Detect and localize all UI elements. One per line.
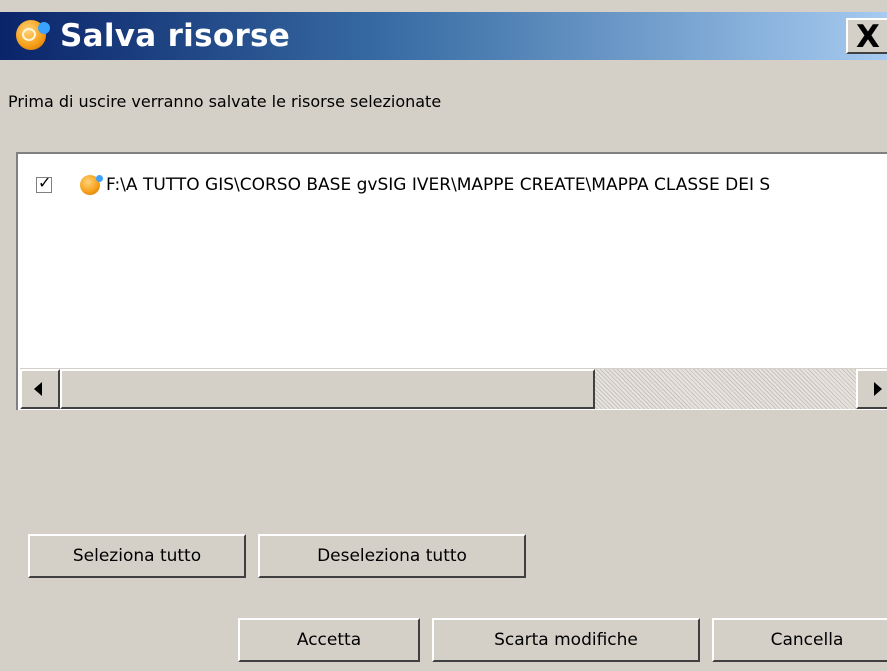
- title-bar: Salva risorse X: [0, 12, 887, 60]
- discard-changes-button[interactable]: Scarta modifiche: [432, 618, 700, 662]
- scroll-left-button[interactable]: [20, 369, 60, 409]
- arrow-left-icon: [34, 382, 42, 396]
- close-button[interactable]: X: [846, 18, 887, 55]
- horizontal-scrollbar[interactable]: [20, 368, 887, 409]
- check-icon: ✓: [38, 173, 52, 192]
- gvsig-icon: [80, 175, 103, 195]
- deselect-all-button[interactable]: Deseleziona tutto: [258, 534, 526, 578]
- resource-path: F:\A TUTTO GIS\CORSO BASE gvSIG IVER\MAP…: [106, 175, 771, 195]
- close-icon: X: [856, 19, 880, 55]
- arrow-right-icon: [874, 382, 882, 396]
- resource-checkbox[interactable]: ✓: [36, 173, 52, 193]
- accept-button[interactable]: Accetta: [238, 618, 420, 662]
- select-all-button[interactable]: Seleziona tutto: [28, 534, 246, 578]
- resources-list: ✓ F:\A TUTTO GIS\CORSO BASE gvSIG IVER\M…: [16, 152, 887, 410]
- scroll-right-button[interactable]: [856, 369, 887, 409]
- info-message: Prima di uscire verranno salvate le riso…: [8, 92, 442, 111]
- cancel-button[interactable]: Cancella: [712, 618, 887, 662]
- scroll-thumb[interactable]: [60, 369, 595, 409]
- gvsig-icon: [16, 20, 50, 50]
- window-title: Salva risorse: [60, 18, 291, 54]
